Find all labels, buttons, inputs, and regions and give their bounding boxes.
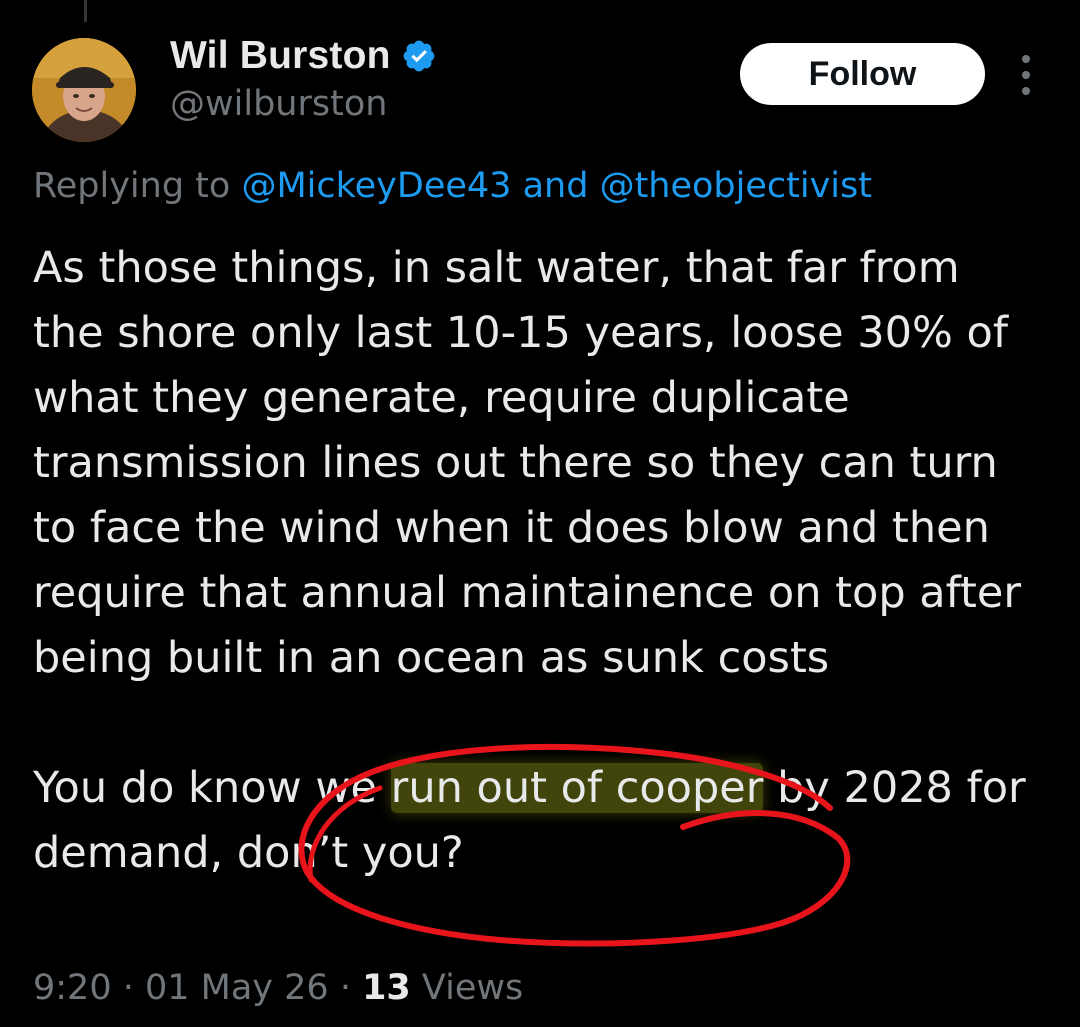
more-vertical-icon[interactable] xyxy=(1012,55,1040,95)
tweet-paragraph-1: As those things, in salt water, that far… xyxy=(33,243,1035,683)
tweet-meta: 9:20 · 01 May 26 · 13 Views xyxy=(33,968,523,1008)
tweet-text: As those things, in salt water, that far… xyxy=(33,236,1043,886)
tweet-time[interactable]: 9:20 xyxy=(33,968,112,1008)
replying-to-prefix: Replying to xyxy=(33,166,242,206)
avatar-photo-icon xyxy=(32,38,136,142)
replying-to-line: Replying to @MickeyDee43 and @theobjecti… xyxy=(33,166,872,206)
tweet-paragraph-2-start: You do know we xyxy=(33,763,391,813)
author-name-row[interactable]: Wil Burston xyxy=(170,32,437,80)
more-dot xyxy=(1022,55,1030,63)
mention-link-mickeydee43[interactable]: @MickeyDee43 xyxy=(241,166,511,206)
views-count[interactable]: 13 xyxy=(362,968,411,1008)
tweet-date[interactable]: 01 May 26 xyxy=(145,968,329,1008)
verified-badge-icon[interactable] xyxy=(401,38,437,74)
views-label[interactable]: Views xyxy=(411,968,523,1008)
more-dot xyxy=(1022,87,1030,95)
thread-connector-line xyxy=(84,0,87,22)
highlighted-phrase: run out of cooper xyxy=(390,763,764,813)
author-handle[interactable]: @wilburston xyxy=(170,84,387,124)
meta-separator: · xyxy=(111,968,145,1008)
more-dot xyxy=(1022,71,1030,79)
meta-separator: · xyxy=(328,968,363,1008)
avatar[interactable] xyxy=(32,38,136,142)
author-display-name[interactable]: Wil Burston xyxy=(170,34,391,78)
replying-to-joiner: and xyxy=(511,166,600,206)
follow-button[interactable]: Follow xyxy=(740,43,985,105)
mention-link-theobjectivist[interactable]: @theobjectivist xyxy=(600,166,872,206)
